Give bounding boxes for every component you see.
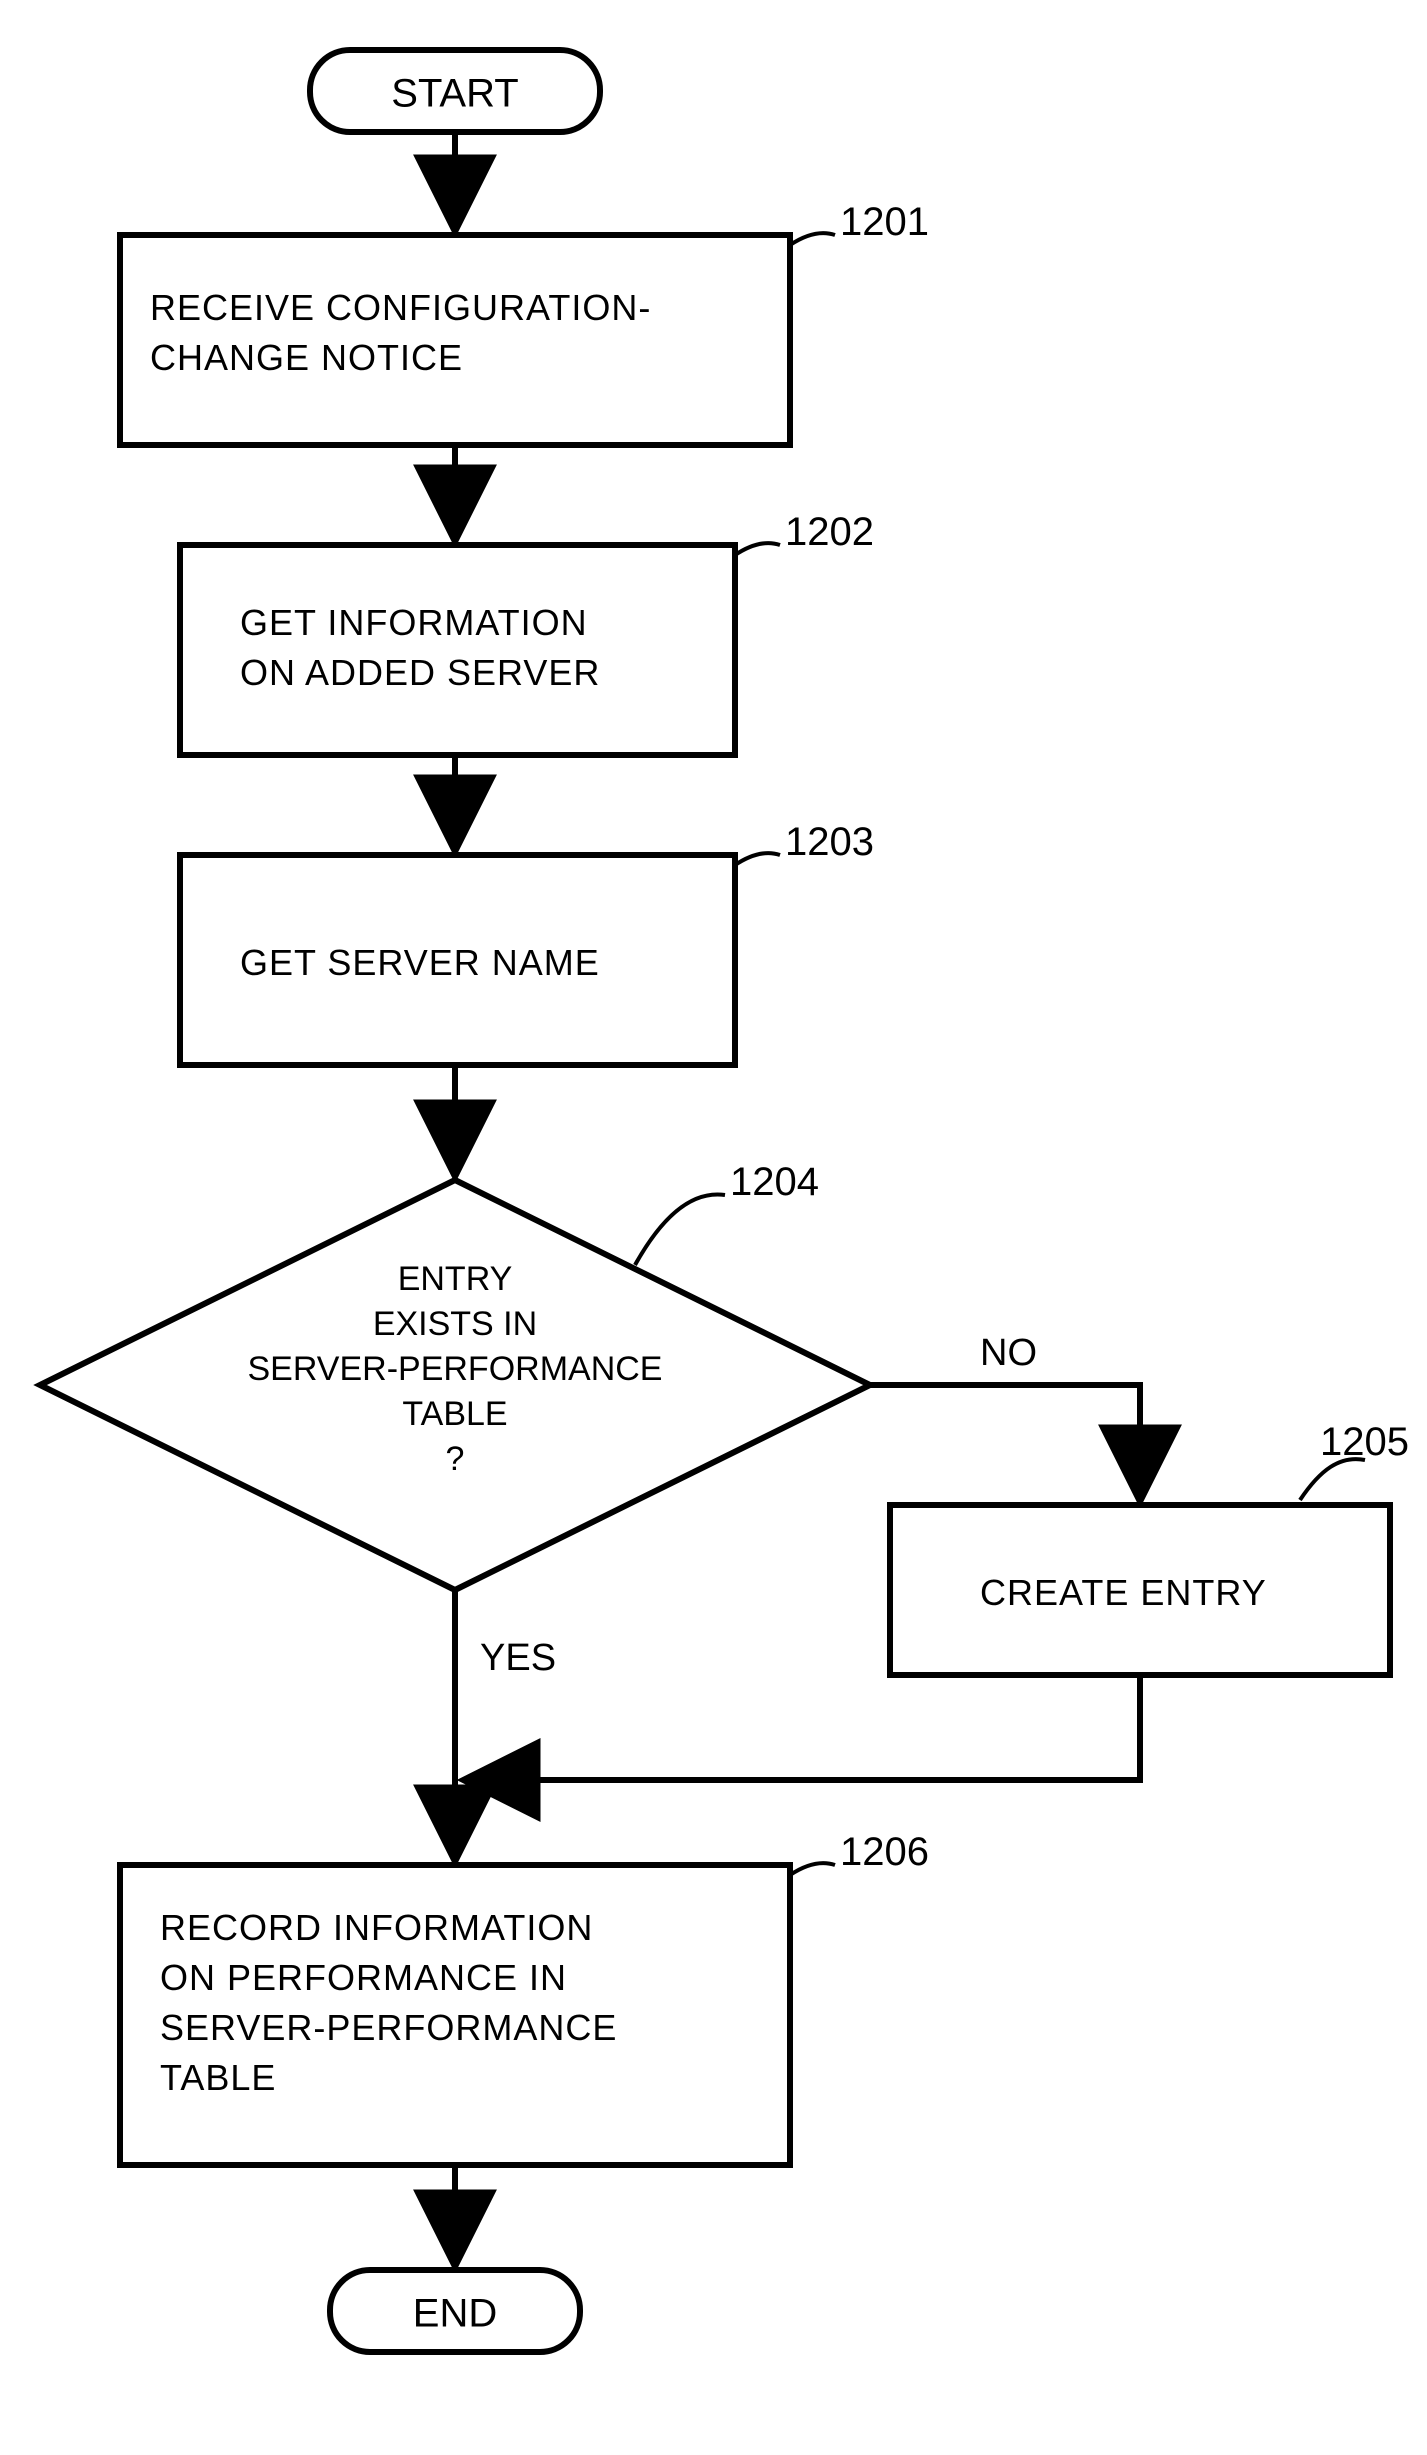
node-1203-line1: GET SERVER NAME <box>240 942 600 983</box>
node-1204: ENTRY EXISTS IN SERVER-PERFORMANCE TABLE… <box>40 1180 870 1590</box>
node-1205: CREATE ENTRY <box>890 1505 1390 1675</box>
flowchart: START RECEIVE CONFIGURATION- CHANGE NOTI… <box>20 20 1427 2435</box>
end-node: END <box>330 2270 580 2352</box>
edge-1204-1205 <box>870 1385 1140 1500</box>
ref-1205: 1205 <box>1320 1420 1409 1464</box>
ref-1203: 1203 <box>785 820 874 864</box>
node-1205-line1: CREATE ENTRY <box>980 1572 1267 1613</box>
ref-leader-1206 <box>790 1863 835 1875</box>
ref-leader-1201 <box>790 233 835 245</box>
start-node: START <box>310 50 600 132</box>
node-1206-line2: ON PERFORMANCE IN <box>160 1957 567 1998</box>
node-1204-line4: TABLE <box>402 1395 507 1433</box>
node-1202: GET INFORMATION ON ADDED SERVER <box>180 545 735 755</box>
branch-no: NO <box>980 1332 1037 1374</box>
ref-leader-1202 <box>735 543 780 555</box>
node-1202-line2: ON ADDED SERVER <box>240 652 600 693</box>
branch-yes: YES <box>480 1637 556 1679</box>
node-1206-line3: SERVER-PERFORMANCE <box>160 2007 617 2048</box>
node-1206-line4: TABLE <box>160 2057 276 2098</box>
node-1206: RECORD INFORMATION ON PERFORMANCE IN SER… <box>120 1865 790 2165</box>
ref-1201: 1201 <box>840 200 929 244</box>
ref-1206: 1206 <box>840 1830 929 1874</box>
ref-1202: 1202 <box>785 510 874 554</box>
node-1204-line3: SERVER-PERFORMANCE <box>248 1350 663 1388</box>
node-1204-line5: ? <box>446 1440 465 1478</box>
ref-1204: 1204 <box>730 1160 819 1204</box>
ref-leader-1204 <box>635 1194 725 1265</box>
node-1206-line1: RECORD INFORMATION <box>160 1907 593 1948</box>
node-1202-line1: GET INFORMATION <box>240 602 588 643</box>
node-1204-line2: EXISTS IN <box>373 1305 537 1343</box>
start-label: START <box>391 72 518 116</box>
end-label: END <box>413 2292 497 2336</box>
ref-leader-1205 <box>1300 1459 1365 1500</box>
node-1201-line2: CHANGE NOTICE <box>150 337 463 378</box>
node-1201: RECEIVE CONFIGURATION- CHANGE NOTICE <box>120 235 790 445</box>
edge-1205-merge <box>465 1675 1140 1780</box>
node-1201-line1: RECEIVE CONFIGURATION- <box>150 287 651 328</box>
ref-leader-1203 <box>735 853 780 865</box>
node-1203: GET SERVER NAME <box>180 855 735 1065</box>
node-1204-line1: ENTRY <box>398 1260 513 1298</box>
